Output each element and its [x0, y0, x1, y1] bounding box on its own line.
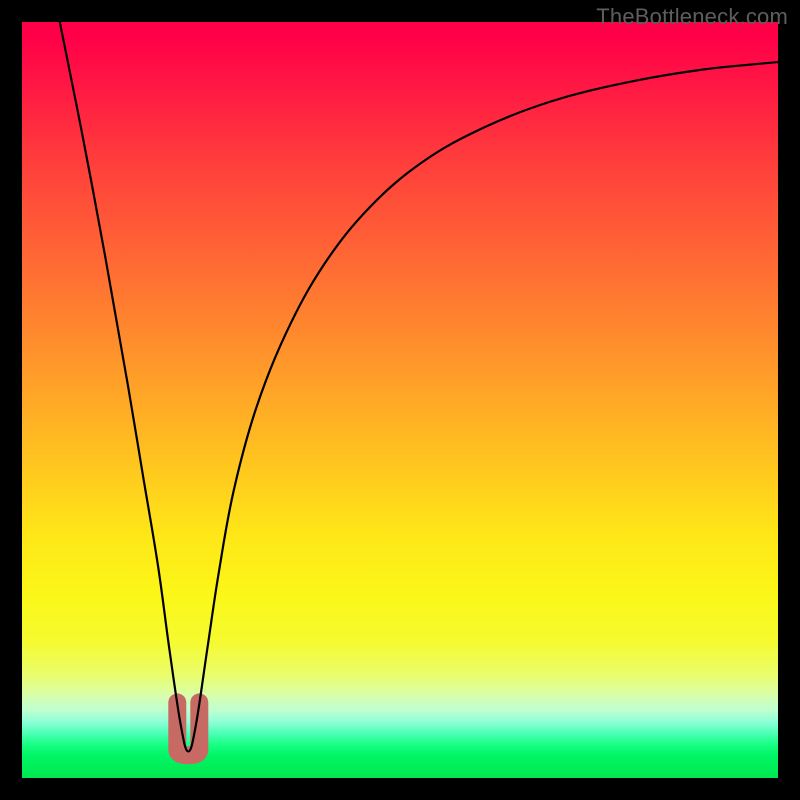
chart-plot-area — [22, 22, 778, 778]
chart-svg — [22, 22, 778, 778]
bottleneck-curve — [60, 22, 778, 752]
attribution-text: TheBottleneck.com — [596, 4, 788, 30]
